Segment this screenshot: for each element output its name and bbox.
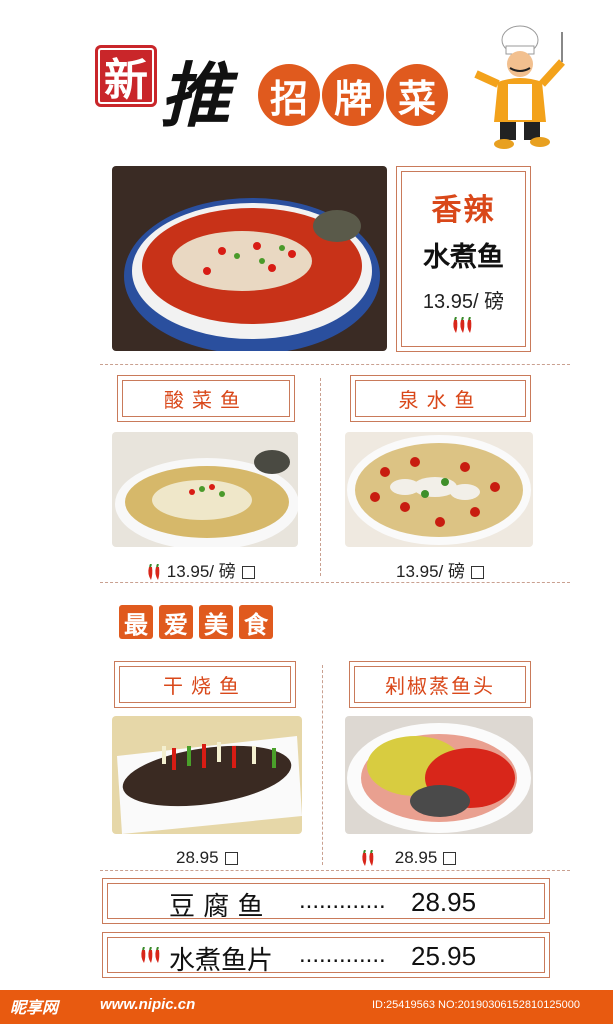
watermark-logo: 昵享网 <box>10 998 59 1017</box>
price-row: 13.95/ 磅 <box>146 557 296 582</box>
dish-image-suancai <box>112 432 298 547</box>
divider-vertical-1 <box>320 378 321 576</box>
dish-label-card: 干烧鱼 <box>114 661 296 708</box>
dish-price: 28.95 <box>176 848 219 867</box>
featured-chili-icon <box>453 317 472 333</box>
price-row: 28.95 <box>360 848 490 868</box>
seal-char: 新 <box>104 55 148 106</box>
featured-name-line1: 香辣 <box>431 193 496 228</box>
dish-name: 干烧鱼 <box>163 674 247 698</box>
price-row: 13.95/ 磅 <box>396 557 526 582</box>
list-item: 豆 腐 鱼 ............. 28.95 <box>102 878 550 924</box>
list-item: 水煮鱼片 ............. 25.95 <box>102 932 550 978</box>
divider-2 <box>100 582 570 583</box>
section-char-4: 食 <box>239 605 273 639</box>
dish-image-ganshao <box>112 716 302 834</box>
chili-icon <box>141 947 160 963</box>
header-tui: 推 <box>160 54 230 137</box>
seal-stamp: 新 <box>95 45 157 107</box>
dish-price: 13.95/ 磅 <box>396 562 465 581</box>
dish-image-quanshui <box>345 432 533 547</box>
title-char-1: 招 <box>258 64 320 126</box>
chef-illustration <box>474 25 565 149</box>
dish-image-duojiao <box>345 716 533 834</box>
section-char-1: 最 <box>119 605 153 639</box>
list-item-name: 豆 腐 鱼 <box>169 892 264 922</box>
select-checkbox[interactable] <box>471 566 484 580</box>
section-char-3: 美 <box>199 605 233 639</box>
dish-name: 剁椒蒸鱼头 <box>385 674 495 698</box>
chili-icon <box>148 563 160 580</box>
divider-vertical-2 <box>322 665 323 865</box>
dish-label-card: 泉水鱼 <box>350 375 531 422</box>
price-row: 28.95 <box>176 848 276 868</box>
dish-label-card: 剁椒蒸鱼头 <box>349 661 531 708</box>
chili-icon <box>362 849 374 866</box>
list-item-dots: ............. <box>299 887 386 914</box>
featured-name-line2: 水煮鱼 <box>423 242 504 273</box>
watermark-url: www.nipic.cn <box>100 996 196 1013</box>
watermark-id: ID:25419563 NO:20190306152810125000 <box>372 999 580 1011</box>
divider-3 <box>100 870 570 871</box>
list-item-price: 25.95 <box>411 941 477 971</box>
list-item-dots: ............. <box>299 941 386 968</box>
title-char-2: 牌 <box>322 64 384 126</box>
featured-info-card: 香辣 水煮鱼 13.95/ 磅 <box>396 166 531 352</box>
section-char-2: 爱 <box>159 605 193 639</box>
list-item-price: 28.95 <box>411 887 477 917</box>
list-item-name: 水煮鱼片 <box>169 946 274 976</box>
select-checkbox[interactable] <box>443 852 457 866</box>
featured-price: 13.95/ 磅 <box>422 291 505 313</box>
dish-price: 13.95/ 磅 <box>166 562 236 581</box>
featured-dish-image <box>112 166 387 351</box>
dish-label-card: 酸菜鱼 <box>117 375 295 422</box>
select-checkbox[interactable] <box>224 852 238 866</box>
title-char-3: 菜 <box>386 64 448 126</box>
dish-name: 泉水鱼 <box>398 388 483 412</box>
dish-name: 酸菜鱼 <box>164 388 248 412</box>
select-checkbox[interactable] <box>241 566 255 580</box>
divider-1 <box>100 364 570 365</box>
dish-price: 28.95 <box>394 848 438 867</box>
